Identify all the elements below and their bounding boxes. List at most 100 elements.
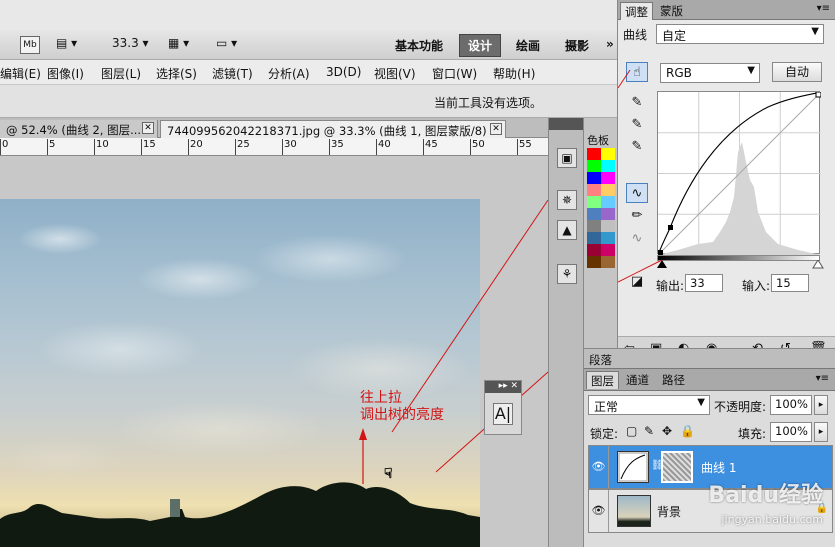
opacity-field[interactable]: 100% <box>770 395 812 415</box>
tab-channels[interactable]: 通道 <box>622 371 653 389</box>
swatch-color[interactable] <box>587 244 601 256</box>
input-field[interactable]: 15 <box>771 274 809 292</box>
black-eyedropper-icon[interactable]: ✎ <box>626 93 648 113</box>
navigator-panel-icon[interactable]: ✵ <box>557 190 577 210</box>
swatch-color[interactable] <box>587 220 601 232</box>
lock-transparency-icon[interactable]: ▢ <box>626 424 637 438</box>
swatch-color[interactable] <box>587 232 601 244</box>
dock-collapse-bar[interactable] <box>549 118 583 130</box>
opacity-slider-button[interactable]: ▸ <box>814 395 828 415</box>
panel-menu-icon[interactable]: ▾≡ <box>816 373 829 384</box>
brush-panel-icon[interactable]: ⚘ <box>557 264 577 284</box>
view-extras-button[interactable]: ▤ ▾ <box>56 36 86 54</box>
visibility-eye-icon[interactable]: 👁 <box>589 490 609 532</box>
output-field[interactable]: 33 <box>685 274 723 292</box>
swatch-color[interactable] <box>601 232 615 244</box>
menu-select[interactable]: 选择(S) <box>156 65 197 82</box>
targeted-adjust-hand-icon[interactable]: ☝ <box>626 62 648 82</box>
channel-dropdown[interactable]: RGB ▼ <box>660 63 760 83</box>
swatch-color[interactable] <box>601 256 615 268</box>
gray-eyedropper-icon[interactable]: ✎ <box>626 115 648 135</box>
workspace-photography[interactable]: 摄影 <box>565 37 589 54</box>
swatch-color[interactable] <box>587 196 601 208</box>
menu-window[interactable]: 窗口(W) <box>432 65 477 82</box>
ruler-label: 45 <box>425 139 438 150</box>
layer-mask-thumb[interactable] <box>661 451 693 483</box>
output-label: 输出: <box>656 279 685 293</box>
smooth-curve-icon[interactable]: ∿ <box>626 229 648 249</box>
swatch-color[interactable] <box>601 220 615 232</box>
zoom-level-dropdown[interactable]: 33.3 ▾ <box>112 36 152 54</box>
blend-mode-value: 正常 <box>594 400 619 414</box>
workspace-design[interactable]: 设计 <box>459 34 502 57</box>
swatch-color[interactable] <box>601 208 615 220</box>
swatch-color[interactable] <box>587 160 601 172</box>
swatch-color[interactable] <box>601 244 615 256</box>
gradient-sliders[interactable] <box>654 260 824 270</box>
swatch-grid <box>587 148 615 268</box>
curve-point-tool-icon[interactable]: ∿ <box>626 183 648 203</box>
lock-all-icon[interactable]: 🔒 <box>680 424 695 438</box>
document-tab-2[interactable]: 744099562042218371.jpg @ 33.3% (曲线 1, 图层… <box>160 120 506 138</box>
swatch-color[interactable] <box>601 160 615 172</box>
mini-bridge-button[interactable]: Mb <box>20 36 40 54</box>
visibility-eye-icon[interactable]: 👁 <box>589 446 609 488</box>
arrange-documents-button[interactable]: ▦ ▾ <box>168 36 204 54</box>
clipping-warning-icon[interactable]: ◪ <box>626 272 648 292</box>
screen-mode-button[interactable]: ▭ ▾ <box>216 36 252 54</box>
menu-view[interactable]: 视图(V) <box>374 65 416 82</box>
close-icon[interactable]: ✕ <box>142 122 154 134</box>
ruler-label: 10 <box>96 139 109 150</box>
pencil-draw-icon[interactable]: ✏ <box>626 206 648 226</box>
menu-layer[interactable]: 图层(L) <box>101 65 141 82</box>
swatch-color[interactable] <box>587 184 601 196</box>
swatch-color[interactable] <box>587 256 601 268</box>
menu-analysis[interactable]: 分析(A) <box>268 65 310 82</box>
menu-3d[interactable]: 3D(D) <box>326 65 361 79</box>
curves-graph[interactable] <box>657 91 822 256</box>
histogram-panel-icon[interactable]: ▲ <box>557 220 577 240</box>
lock-label: 锁定: <box>590 427 619 441</box>
tab-paths[interactable]: 路径 <box>658 371 689 389</box>
swatch-color[interactable] <box>587 208 601 220</box>
swatches-tab[interactable]: 色板 <box>587 132 609 148</box>
swatch-color[interactable] <box>601 184 615 196</box>
document-canvas[interactable]: ☟ <box>0 156 548 547</box>
document-tab-1[interactable]: @ 52.4% (曲线 2, 图层... ✕ <box>0 120 158 138</box>
workspace-painting[interactable]: 绘画 <box>516 37 540 54</box>
fill-slider-button[interactable]: ▸ <box>814 422 828 442</box>
adjustments-tab-row: 调整 蒙版 ▾≡ <box>618 0 835 20</box>
paragraph-panel-tab[interactable]: 段落 <box>584 348 835 368</box>
auto-button[interactable]: 自动 <box>772 62 822 82</box>
menu-edit[interactable]: 编辑(E) <box>0 65 41 82</box>
workspace-essentials[interactable]: 基本功能 <box>395 37 443 54</box>
lock-position-icon[interactable]: ✥ <box>662 424 672 438</box>
character-panel-button[interactable]: A| <box>493 403 513 425</box>
preset-dropdown[interactable]: 自定 ▼ <box>656 24 824 44</box>
swatch-color[interactable] <box>587 148 601 160</box>
close-icon[interactable]: ✕ <box>490 123 502 135</box>
options-message: 当前工具没有选项。 <box>434 96 543 110</box>
tab-masks[interactable]: 蒙版 <box>656 2 687 20</box>
tab-adjustments[interactable]: 调整 <box>620 2 653 20</box>
lock-pixels-icon[interactable]: ✎ <box>644 424 654 438</box>
workspace-more-button[interactable]: » <box>606 37 614 51</box>
menu-image[interactable]: 图像(I) <box>47 65 84 82</box>
fill-field[interactable]: 100% <box>770 422 812 442</box>
swatch-color[interactable] <box>601 172 615 184</box>
menu-help[interactable]: 帮助(H) <box>493 65 535 82</box>
blend-mode-dropdown[interactable]: 正常 ▼ <box>588 395 710 415</box>
history-panel-icon[interactable]: ▣ <box>557 148 577 168</box>
menu-bar: 编辑(E) 图像(I) 图层(L) 选择(S) 滤镜(T) 分析(A) 3D(D… <box>0 60 618 85</box>
panel-menu-icon[interactable]: ▾≡ <box>817 3 830 14</box>
layer-name: 背景 <box>657 505 682 519</box>
white-eyedropper-icon[interactable]: ✎ <box>626 137 648 157</box>
document-tab-2-label: 744099562042218371.jpg @ 33.3% (曲线 1, 图层… <box>167 124 497 138</box>
tab-layers[interactable]: 图层 <box>586 371 619 389</box>
swatch-color[interactable] <box>601 148 615 160</box>
menu-filter[interactable]: 滤镜(T) <box>212 65 253 82</box>
panel-collapse-icon[interactable]: ▸▸ ✕ <box>485 381 521 393</box>
horizontal-ruler: 0 5 10 15 20 25 30 35 40 45 50 55 <box>0 138 548 156</box>
swatch-color[interactable] <box>601 196 615 208</box>
swatch-color[interactable] <box>587 172 601 184</box>
